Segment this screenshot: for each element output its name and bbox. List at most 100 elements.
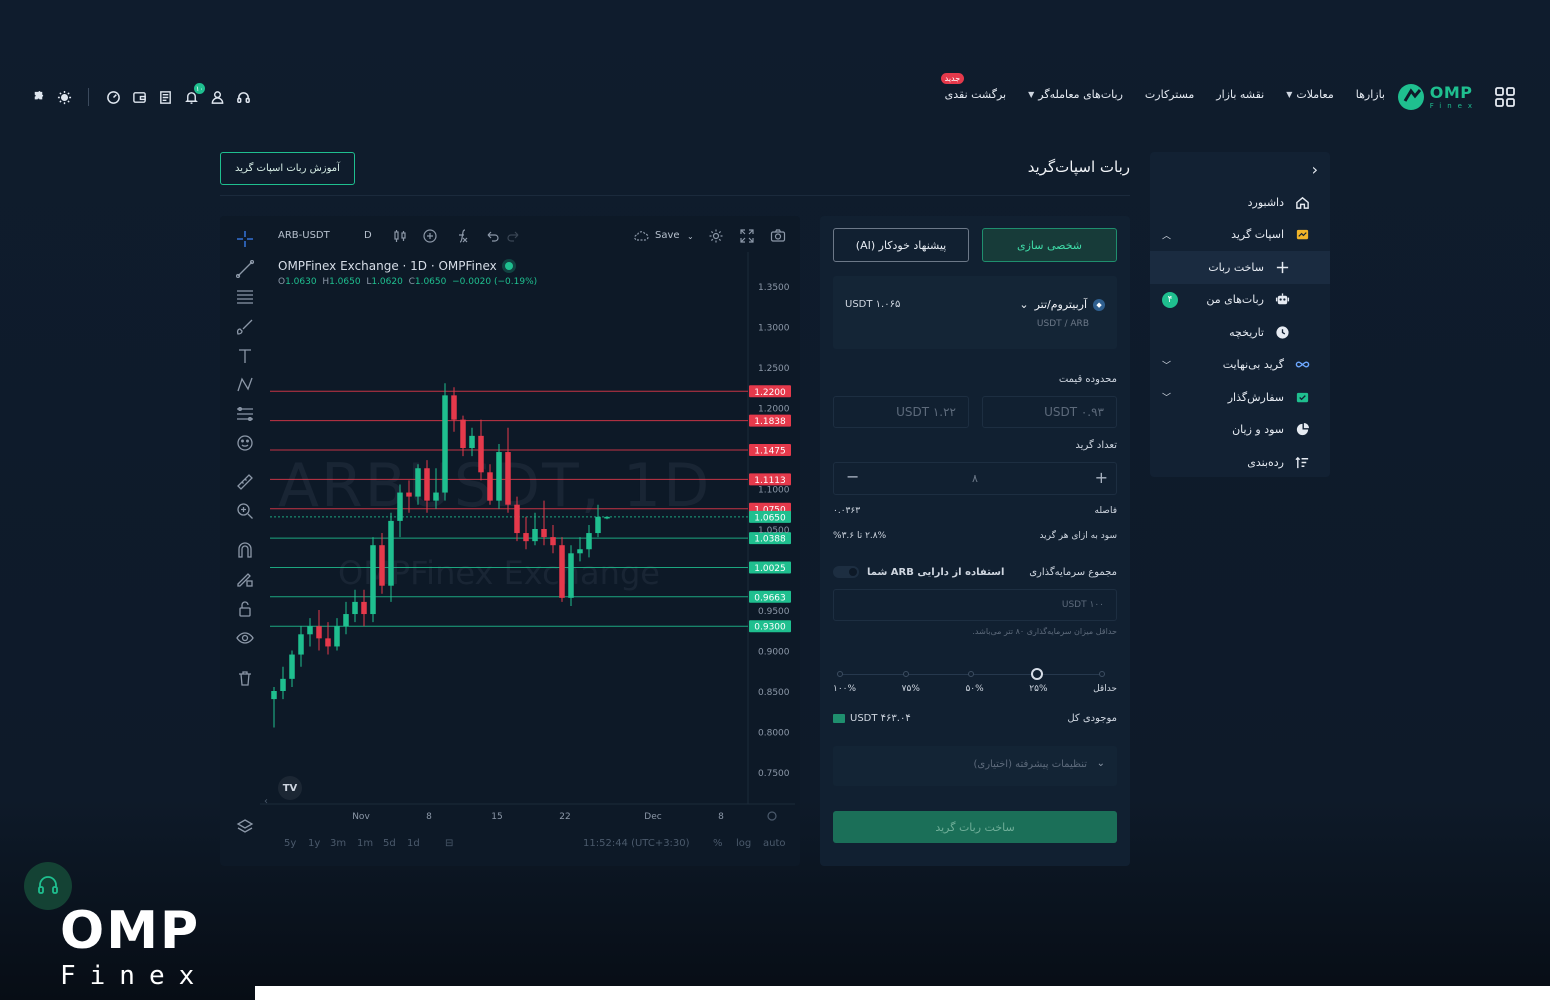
chart-circle-icon[interactable] [105,89,121,105]
caret-down-icon[interactable]: ⌄ [687,232,694,241]
lock-drawing-icon[interactable] [236,570,256,590]
log-toggle[interactable]: log [736,838,751,849]
tab-ai-suggest[interactable]: پیشنهاد خودکار (AI) [833,228,969,262]
fullscreen-icon[interactable] [739,228,755,244]
tutorial-button[interactable]: آموزش ربات اسپات گرید [220,152,355,185]
camera-icon[interactable] [770,228,786,244]
magnet-icon[interactable] [236,541,256,561]
sidebar-item[interactable]: سود و زیان [1150,414,1330,447]
grid-count-value[interactable]: ۸ [834,472,1116,485]
chevron-right-icon[interactable]: › [1312,160,1318,179]
sidebar-item[interactable]: ربات‌های من ۴ [1150,284,1330,317]
pattern-icon[interactable] [236,376,256,396]
chevron-up-icon[interactable]: ︿ [1162,228,1171,241]
fx-icon[interactable] [454,228,470,244]
chevron-down-icon[interactable]: ﹀ [1162,358,1171,371]
slider-handle[interactable] [1030,668,1043,680]
sidebar-item[interactable]: اسپات گرید ︿ [1150,219,1330,252]
sidebar-item[interactable]: داشبورد [1150,186,1330,219]
range-1y[interactable]: 1y [308,838,320,849]
candle-body [370,545,376,615]
redo-icon[interactable] [506,228,522,244]
candle-body [289,654,295,679]
wallet-icon[interactable] [131,89,147,105]
range-1d[interactable]: 1d [407,838,420,849]
sun-icon[interactable] [56,89,72,105]
y-tick-label: 0.9500 [758,607,790,617]
receipt-icon[interactable] [157,89,173,105]
sidebar-item[interactable]: گرید بی‌نهایت ﹀ [1150,349,1330,382]
price-max-input[interactable]: USDT ۱.۲۲ [833,396,969,428]
nav-market-map[interactable]: نقشه بازار [1216,88,1264,101]
slider-step[interactable] [1099,671,1105,677]
user-icon[interactable] [209,89,225,105]
lock-icon[interactable] [236,600,256,620]
ohlc-high: 1.0650 [329,277,361,287]
sidebar-item[interactable]: رده‌بندی [1150,446,1330,479]
sidebar-item[interactable]: سفارش‌گذار ﹀ [1150,381,1330,414]
nav-mastercard[interactable]: مسترکارت [1145,88,1194,101]
minus-icon[interactable]: − [846,467,859,486]
advanced-settings[interactable]: ⌄ تنظیمات پیشرفته (اختیاری) [833,746,1117,786]
investment-input[interactable]: ۱۰۰ USDT [833,589,1117,621]
slider-step[interactable] [902,671,909,677]
pair-selector[interactable]: ◆ آربیتروم/تتر ⌄ USDT / ARB ۱.۰۶۵ USDT [833,276,1117,349]
slider-step[interactable] [968,671,974,677]
settings-gear-icon[interactable] [708,228,724,244]
bell-icon[interactable]: ۱۰ [183,83,205,105]
divider [88,88,89,106]
headset-icon[interactable] [235,89,251,105]
text-tool-icon[interactable] [236,347,256,367]
apps-grid-icon[interactable] [1494,86,1516,108]
save-button[interactable]: Save [655,230,680,241]
crosshair-icon[interactable] [236,230,256,250]
tradingview-logo[interactable]: TV [278,776,302,800]
candles-icon[interactable] [392,228,408,244]
sidebar-item[interactable]: ساخت ربات [1150,251,1330,284]
brush-icon[interactable] [236,318,256,338]
brand-logo[interactable]: OMP Finex [1396,82,1478,112]
trend-line-icon[interactable] [235,259,256,280]
zoom-in-icon[interactable] [236,502,256,522]
price-min-input[interactable]: USDT ۰.۹۳ [982,396,1117,428]
symbol-selector[interactable]: ARB-USDT [278,230,330,241]
create-bot-button[interactable]: ساخت ربات گرید [833,811,1117,843]
undo-icon[interactable] [484,228,500,244]
candle-body [442,395,448,493]
nav-markets[interactable]: بازارها [1356,88,1385,101]
arb-icon: ◆ [1093,298,1105,311]
axis-settings-icon[interactable] [767,811,777,821]
notification-count: ۱۰ [194,83,205,94]
tab-personalize[interactable]: شخصی سازی [982,228,1117,262]
scroll-left-icon[interactable]: ‹ [264,796,268,807]
range-3m[interactable]: 3m [330,838,346,849]
prediction-icon[interactable] [236,405,256,425]
auto-toggle[interactable]: auto [763,838,786,849]
use-asset-toggle[interactable] [833,566,859,578]
fib-lines-icon[interactable] [236,288,256,308]
trash-icon[interactable] [236,669,256,689]
slider-step[interactable] [837,671,843,677]
range-5y[interactable]: 5y [284,838,296,849]
new-badge: جدید [940,73,965,84]
range-1m[interactable]: 1m [357,838,373,849]
interval-selector[interactable]: D [364,230,372,241]
cloud-icon[interactable] [633,228,649,244]
ruler-icon[interactable] [236,473,256,493]
puzzle-icon[interactable] [30,89,46,105]
emoji-icon[interactable] [236,434,256,454]
percent-toggle[interactable]: % [713,838,723,849]
sidebar-item[interactable]: تاریخچه [1150,316,1330,349]
add-indicator-icon[interactable] [422,228,438,244]
chevron-down-icon[interactable]: ﹀ [1162,391,1171,404]
range-5d[interactable]: 5d [383,838,396,849]
eye-icon[interactable] [236,629,256,649]
nav-cashback[interactable]: برگشت نقدی جدید [940,73,1006,101]
nav-trades[interactable]: معاملات ▼ [1286,88,1334,101]
chart-canvas[interactable]: 1.22001.18381.14751.11131.07501.06501.03… [220,216,800,866]
x-tick-label: 8 [718,812,724,822]
candle-body [424,468,430,501]
price-chart[interactable]: ARBUSDT, 1D OMPFinex Exchange 1.2200 1.18… [220,216,800,866]
date-range-icon[interactable]: ⊟ [445,838,453,849]
nav-trading-bots[interactable]: ربات‌های معامله‌گر ▼ [1028,88,1123,101]
